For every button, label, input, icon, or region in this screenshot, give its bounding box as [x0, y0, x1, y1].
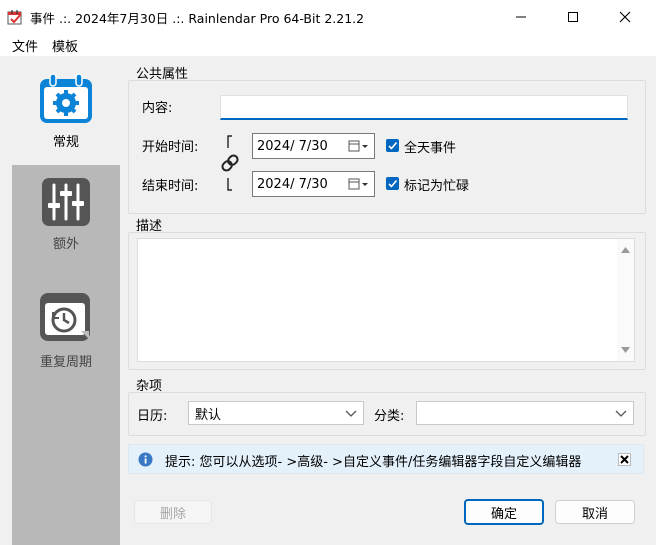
content-input[interactable] — [220, 95, 628, 120]
menu-file[interactable]: 文件 — [12, 36, 45, 55]
link-dates-icon[interactable] — [218, 134, 244, 192]
chevron-down-icon — [345, 410, 357, 417]
ok-button[interactable]: 确定 — [464, 499, 544, 525]
menu-bar: 文件 模板 — [0, 34, 656, 56]
start-date-picker[interactable]: 2024/ 7/30 — [252, 133, 375, 159]
end-date-picker[interactable]: 2024/ 7/30 — [252, 171, 375, 197]
sidebar-item-label: 常规 — [52, 135, 79, 150]
start-time-label: 开始时间: — [142, 140, 199, 155]
close-button[interactable] — [600, 0, 650, 34]
scroll-up-icon[interactable] — [621, 247, 630, 253]
hint-text: 提示: 您可以从选项- >高级- >自定义事件/任务编辑器字段自定义编辑器 — [165, 455, 582, 470]
hint-close-button[interactable] — [618, 453, 631, 466]
description-textarea[interactable] — [137, 238, 635, 362]
sidebar-item-label: 重复周期 — [39, 355, 92, 370]
sliders-icon — [42, 178, 90, 226]
calendar-gear-icon — [40, 73, 92, 123]
hint-bar: 提示: 您可以从选项- >高级- >自定义事件/任务编辑器字段自定义编辑器 — [128, 444, 644, 474]
calendar-dropdown-icon — [348, 178, 368, 190]
calendar-dropdown-button[interactable] — [348, 177, 370, 191]
allday-label: 全天事件 — [404, 141, 457, 156]
minimize-icon — [516, 16, 526, 18]
close-icon — [619, 11, 631, 23]
checkmark-icon — [388, 141, 398, 150]
maximize-icon — [568, 12, 578, 22]
calendar-label: 日历: — [137, 409, 168, 424]
info-icon — [138, 452, 153, 467]
content-label: 内容: — [142, 101, 173, 116]
allday-checkbox[interactable] — [386, 139, 399, 152]
event-dialog-window: 事件 .:. 2024年7月30日 .:. Rainlendar Pro 64-… — [0, 0, 656, 545]
rainlendar-app-icon — [7, 10, 22, 25]
menu-template[interactable]: 模板 — [45, 36, 85, 55]
calendar-select[interactable]: 默认 — [188, 401, 364, 425]
chevron-down-icon — [615, 410, 627, 417]
sidebar-item-general[interactable]: 常规 — [12, 57, 120, 165]
minimize-button[interactable] — [496, 0, 546, 34]
recurrence-clock-icon — [40, 293, 90, 341]
checkmark-icon — [388, 179, 398, 188]
window-title: 事件 .:. 2024年7月30日 .:. Rainlendar Pro 64-… — [30, 10, 365, 26]
end-time-label: 结束时间: — [142, 179, 199, 194]
category-select[interactable] — [416, 401, 634, 425]
sidebar-item-extra[interactable]: 额外 — [12, 177, 120, 277]
busy-label: 标记为忙碌 — [404, 179, 470, 194]
delete-button[interactable]: 删除 — [134, 500, 212, 524]
busy-checkbox[interactable] — [386, 177, 399, 190]
calendar-dropdown-button[interactable] — [348, 139, 370, 153]
close-icon — [620, 455, 629, 464]
description-scrollbar[interactable] — [617, 239, 634, 361]
cancel-button[interactable]: 取消 — [555, 500, 635, 524]
category-label: 分类: — [374, 409, 405, 424]
sidebar: 常规 额外 重复周期 — [12, 57, 120, 545]
maximize-button[interactable] — [548, 0, 598, 34]
calendar-dropdown-icon — [348, 140, 368, 152]
sidebar-item-recurrence[interactable]: 重复周期 — [12, 291, 120, 391]
title-bar[interactable]: 事件 .:. 2024年7月30日 .:. Rainlendar Pro 64-… — [0, 0, 656, 34]
scroll-down-icon[interactable] — [621, 347, 630, 353]
sidebar-item-label: 额外 — [52, 237, 79, 252]
